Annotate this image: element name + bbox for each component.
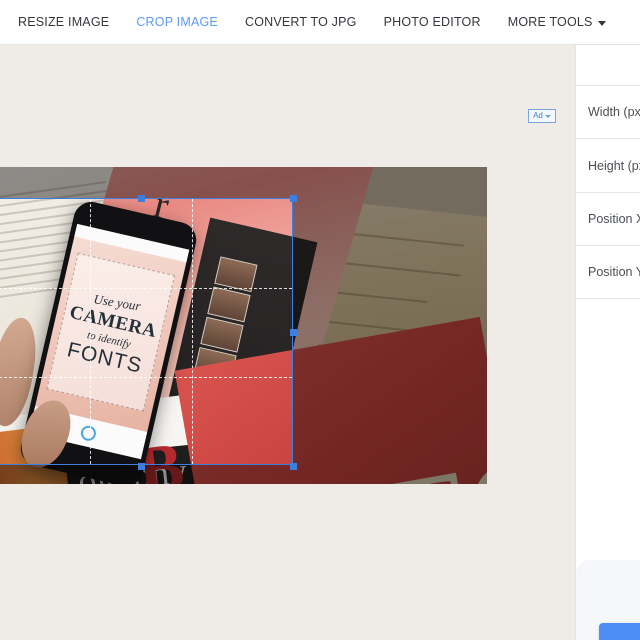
nav-item-resize-image[interactable]: RESIZE IMAGE bbox=[18, 15, 109, 29]
crop-handle-bottom-right[interactable] bbox=[290, 463, 297, 470]
sidebar-label-position-x: Position X bbox=[588, 212, 640, 226]
ad-label: Ad bbox=[533, 111, 543, 120]
sidebar-row-position-y[interactable]: Position Y bbox=[576, 245, 640, 298]
crop-gridline-horizontal-2 bbox=[0, 377, 292, 378]
sidebar-label-position-y: Position Y bbox=[588, 265, 640, 279]
crop-handle-bottom-center[interactable] bbox=[138, 463, 145, 470]
crop-gridline-vertical-1 bbox=[90, 199, 91, 464]
sidebar-row-height[interactable]: Height (px bbox=[576, 138, 640, 192]
sidebar-label-height: Height (px bbox=[588, 158, 640, 173]
crop-image-button[interactable] bbox=[599, 623, 640, 640]
crop-shade-bottom bbox=[0, 465, 487, 484]
crop-handle-middle-right[interactable] bbox=[290, 329, 297, 336]
crop-gridline-horizontal-1 bbox=[0, 288, 292, 289]
sidebar-row-position-x[interactable]: Position X bbox=[576, 192, 640, 245]
sidebar-row-divider bbox=[576, 298, 640, 328]
crop-selection-box[interactable] bbox=[0, 195, 297, 470]
crop-handle-top-right[interactable] bbox=[290, 195, 297, 202]
page-root: RESIZE IMAGE CROP IMAGE CONVERT TO JPG P… bbox=[0, 0, 640, 640]
chevron-down-icon bbox=[544, 114, 551, 118]
crop-handle-top-center[interactable] bbox=[138, 195, 145, 202]
crop-shade-right bbox=[292, 198, 487, 465]
crop-gridline-vertical-2 bbox=[192, 199, 193, 464]
ad-badge[interactable]: Ad bbox=[528, 109, 556, 123]
nav-item-photo-editor[interactable]: PHOTO EDITOR bbox=[384, 15, 481, 29]
sidebar-row-width[interactable]: Width (px bbox=[576, 85, 640, 138]
top-navigation-bar: RESIZE IMAGE CROP IMAGE CONVERT TO JPG P… bbox=[0, 0, 640, 45]
nav-item-convert-to-jpg[interactable]: CONVERT TO JPG bbox=[245, 15, 357, 29]
crop-shade-top bbox=[0, 167, 487, 198]
crop-options-sidebar: Width (px Height (px Position X Position… bbox=[575, 45, 640, 640]
chevron-down-icon bbox=[597, 20, 606, 26]
more-tools-label: MORE TOOLS bbox=[507, 15, 593, 29]
nav-item-more-tools[interactable]: MORE TOOLS bbox=[508, 15, 606, 29]
editor-workspace: Ad r B Use your CAMERA to identify FONTS bbox=[0, 45, 575, 640]
sidebar-label-width: Width (px bbox=[588, 105, 640, 119]
nav-item-crop-image[interactable]: CROP IMAGE bbox=[136, 15, 218, 29]
